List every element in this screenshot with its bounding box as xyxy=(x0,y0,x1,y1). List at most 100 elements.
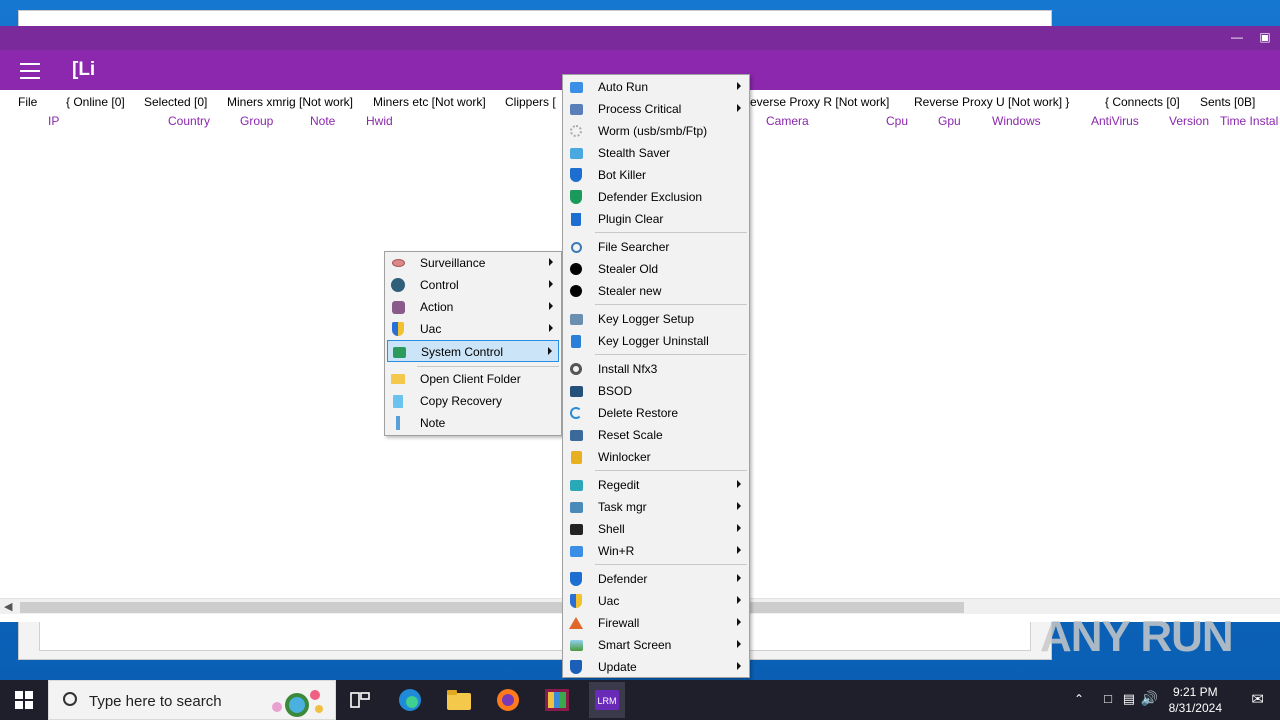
taskbar-clock[interactable]: 9:21 PM 8/31/2024 xyxy=(1169,684,1222,716)
hamburger-menu-icon[interactable] xyxy=(20,63,40,79)
windows-logo-icon xyxy=(15,691,33,709)
defender-shield-icon xyxy=(568,571,584,587)
submenu-item-stealer-old[interactable]: Stealer Old xyxy=(565,258,747,280)
submenu-item-plugin-clear[interactable]: Plugin Clear xyxy=(565,208,747,230)
submenu-item-winlocker[interactable]: Winlocker xyxy=(565,446,747,468)
menu-item-surveillance[interactable]: Surveillance xyxy=(387,252,559,274)
column-time-install[interactable]: Time Instal xyxy=(1220,114,1278,128)
menu-item-note[interactable]: Note xyxy=(387,412,559,434)
column-version[interactable]: Version xyxy=(1169,114,1209,128)
file-explorer-icon[interactable] xyxy=(445,686,473,714)
submenu-item-install-nfx3[interactable]: Install Nfx3 xyxy=(565,358,747,380)
trash-icon xyxy=(568,211,584,227)
skull-icon xyxy=(568,261,584,277)
submenu-arrow-icon xyxy=(737,524,741,532)
search-icon xyxy=(568,239,584,255)
menu-item-control[interactable]: Control xyxy=(387,274,559,296)
submenu-arrow-icon xyxy=(549,302,553,310)
gear-icon xyxy=(568,361,584,377)
menu-item-system-control[interactable]: System Control xyxy=(387,340,559,362)
column-country[interactable]: Country xyxy=(168,114,210,128)
chevron-up-icon[interactable]: ⌃ xyxy=(1074,692,1084,706)
autorun-icon xyxy=(568,79,584,95)
submenu-item-key-logger-uninstall[interactable]: Key Logger Uninstall xyxy=(565,330,747,352)
submenu-item-process-critical[interactable]: Process Critical xyxy=(565,98,747,120)
submenu-item-regedit[interactable]: Regedit xyxy=(565,474,747,496)
menu-separator xyxy=(595,354,747,355)
submenu-item-file-searcher[interactable]: File Searcher xyxy=(565,236,747,258)
menu-separator xyxy=(595,232,747,233)
column-cpu[interactable]: Cpu xyxy=(886,114,908,128)
sents-count: Sents [0B] xyxy=(1200,95,1256,109)
submenu-item-task-mgr[interactable]: Task mgr xyxy=(565,496,747,518)
column-group[interactable]: Group xyxy=(240,114,273,128)
submenu-item-shell[interactable]: Shell xyxy=(565,518,747,540)
menu-item-action[interactable]: Action xyxy=(387,296,559,318)
submenu-item-label: BSOD xyxy=(598,384,633,398)
device-icon[interactable]: □ xyxy=(1104,691,1112,706)
submenu-item-defender-exclusion[interactable]: Defender Exclusion xyxy=(565,186,747,208)
stealth-icon xyxy=(568,145,584,161)
column-note[interactable]: Note xyxy=(310,114,335,128)
submenu-arrow-icon xyxy=(737,82,741,90)
menu-separator xyxy=(595,470,747,471)
menu-item-label: Open Client Folder xyxy=(420,372,521,386)
submenu-item-reset-scale[interactable]: Reset Scale xyxy=(565,424,747,446)
column-gpu[interactable]: Gpu xyxy=(938,114,961,128)
column-hwid[interactable]: Hwid xyxy=(366,114,393,128)
search-icon xyxy=(63,692,77,706)
window-controls: — ▣ xyxy=(1230,30,1272,44)
column-camera[interactable]: Camera xyxy=(766,114,809,128)
maximize-icon[interactable]: ▣ xyxy=(1258,30,1272,44)
file-menu[interactable]: File xyxy=(18,95,37,109)
menu-item-copy-recovery[interactable]: Copy Recovery xyxy=(387,390,559,412)
task-view-icon[interactable] xyxy=(346,686,374,714)
start-button[interactable] xyxy=(0,680,48,720)
submenu-item-label: Task mgr xyxy=(598,500,647,514)
submenu-item-label: Shell xyxy=(598,522,625,536)
winrar-icon[interactable] xyxy=(543,686,571,714)
submenu-item-delete-restore[interactable]: Delete Restore xyxy=(565,402,747,424)
submenu-arrow-icon xyxy=(549,280,553,288)
column-windows[interactable]: Windows xyxy=(992,114,1041,128)
submenu-item-label: Smart Screen xyxy=(598,638,672,652)
submenu-item-label: Worm (usb/smb/Ftp) xyxy=(598,124,708,138)
notifications-icon[interactable]: ✉ xyxy=(1251,690,1264,708)
scrollbar-thumb[interactable] xyxy=(20,602,964,613)
submenu-item-label: Regedit xyxy=(598,478,640,492)
submenu-item-key-logger-setup[interactable]: Key Logger Setup xyxy=(565,308,747,330)
submenu-item-win-r[interactable]: Win+R xyxy=(565,540,747,562)
scroll-left-icon[interactable]: ◀ xyxy=(4,600,12,613)
online-count: { Online [0] xyxy=(66,95,125,109)
miners-etc-status: Miners etc [Not work] xyxy=(373,95,486,109)
menu-separator xyxy=(595,304,747,305)
menu-item-label: Copy Recovery xyxy=(420,394,503,408)
minimize-icon[interactable]: — xyxy=(1230,30,1244,44)
column-antivirus[interactable]: AntiVirus xyxy=(1091,114,1139,128)
defender-exclusion-shield-icon xyxy=(568,189,584,205)
submenu-arrow-icon xyxy=(737,596,741,604)
menu-item-open-client-folder[interactable]: Open Client Folder xyxy=(387,368,559,390)
submenu-item-auto-run[interactable]: Auto Run xyxy=(565,76,747,98)
edge-icon[interactable] xyxy=(396,686,424,714)
submenu-item-update[interactable]: Update xyxy=(565,656,747,678)
submenu-item-label: Update xyxy=(598,660,637,674)
network-icon[interactable]: ▤ xyxy=(1123,691,1135,707)
taskbar-search[interactable]: Type here to search xyxy=(48,680,336,720)
submenu-item-bot-killer[interactable]: Bot Killer xyxy=(565,164,747,186)
firefox-icon[interactable] xyxy=(494,686,522,714)
submenu-arrow-icon xyxy=(737,480,741,488)
submenu-item-label: Bot Killer xyxy=(598,168,647,182)
submenu-item-stealth-saver[interactable]: Stealth Saver xyxy=(565,142,747,164)
submenu-item-defender[interactable]: Defender xyxy=(565,568,747,590)
submenu-item-uac[interactable]: Uac xyxy=(565,590,747,612)
column-ip[interactable]: IP xyxy=(48,114,59,128)
submenu-item-worm[interactable]: Worm (usb/smb/Ftp) xyxy=(565,120,747,142)
menu-item-uac[interactable]: Uac xyxy=(387,318,559,340)
submenu-item-stealer-new[interactable]: Stealer new xyxy=(565,280,747,302)
submenu-item-bsod[interactable]: BSOD xyxy=(565,380,747,402)
volume-icon[interactable]: 🔊 xyxy=(1141,690,1158,707)
submenu-item-smart-screen[interactable]: Smart Screen xyxy=(565,634,747,656)
submenu-item-firewall[interactable]: Firewall xyxy=(565,612,747,634)
lrm-icon[interactable]: LRM xyxy=(589,682,625,718)
